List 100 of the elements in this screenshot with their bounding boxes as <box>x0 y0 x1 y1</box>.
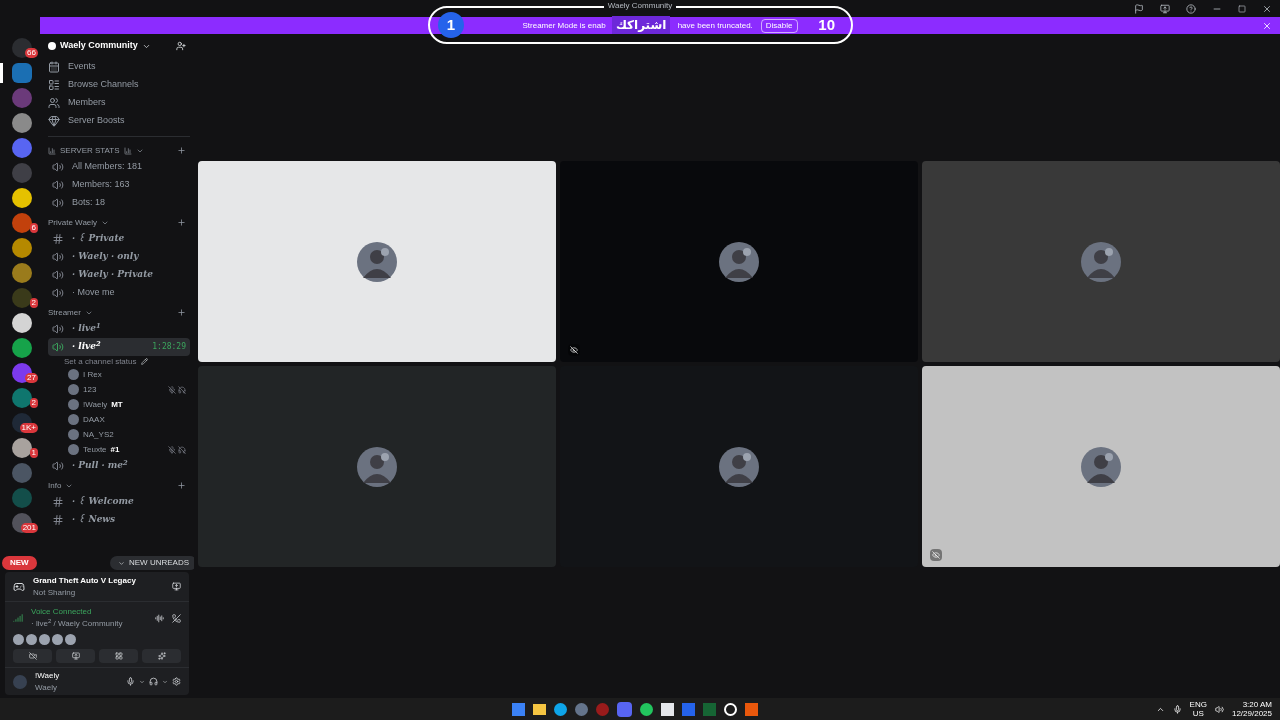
avatar <box>68 414 79 425</box>
channel-item[interactable]: All Members: 181 <box>48 158 147 176</box>
video-tile[interactable] <box>922 366 1280 567</box>
server-icon <box>48 42 56 50</box>
share-screen-icon[interactable] <box>172 582 181 591</box>
nav-item[interactable]: Events <box>48 58 96 76</box>
chart-icon <box>123 146 132 155</box>
avatar <box>68 444 79 455</box>
channel-item[interactable]: · Pull · me$^{2}$ <box>48 457 132 475</box>
avatar <box>68 384 79 395</box>
user-tag: #1 <box>110 443 120 456</box>
settings-icon[interactable] <box>172 677 181 686</box>
category-name[interactable]: SERVER STATS <box>60 144 120 157</box>
video-tile[interactable] <box>922 161 1280 362</box>
channel-item[interactable]: · Waely · only <box>48 248 143 266</box>
server-item[interactable]: 27 <box>0 363 40 383</box>
browser-icon[interactable] <box>640 702 653 716</box>
channel-status[interactable]: Set a channel status <box>64 355 137 368</box>
video-tile[interactable] <box>560 161 918 362</box>
video-tile[interactable] <box>198 366 556 567</box>
muted-mic-icon <box>168 385 176 394</box>
nav-item[interactable]: Server Boosts <box>48 112 125 130</box>
server-item[interactable]: 201 <box>0 513 40 533</box>
maximize-icon[interactable] <box>1238 4 1246 13</box>
screen-share-button[interactable] <box>56 649 95 663</box>
app-icon[interactable] <box>724 702 737 716</box>
voice-user[interactable]: 123 <box>83 383 97 396</box>
call-timer: 1:28:29 <box>152 341 186 353</box>
voice-user[interactable]: !Waely <box>83 398 108 411</box>
speaker-icon <box>52 197 64 209</box>
invite-icon[interactable] <box>176 41 186 51</box>
activities-button[interactable] <box>99 649 138 663</box>
store-icon[interactable] <box>661 702 674 716</box>
voice-user[interactable]: NA_YS2 <box>83 428 114 441</box>
unread-badge: 66 <box>25 48 38 58</box>
channel-item[interactable]: · ꒰ News <box>48 511 120 529</box>
add-channel-icon[interactable] <box>177 308 186 317</box>
chat-app-icon[interactable] <box>617 701 632 717</box>
server-item[interactable]: 1K+ <box>0 413 40 433</box>
close-icon[interactable] <box>1262 3 1272 14</box>
mail-icon[interactable] <box>682 702 695 716</box>
category-name[interactable]: Info <box>48 479 62 492</box>
soundboard-button[interactable] <box>142 649 181 663</box>
add-channel-icon[interactable] <box>177 481 186 490</box>
microphone-icon[interactable] <box>1172 704 1182 714</box>
list-icon <box>48 79 60 91</box>
clock-time[interactable]: 3:20 AM <box>1242 700 1272 709</box>
add-channel-icon[interactable] <box>177 218 186 227</box>
banner-text: have been truncated. <box>677 19 753 32</box>
speaker-icon <box>52 161 64 173</box>
nav-item[interactable]: Browse Channels <box>48 76 139 94</box>
region[interactable]: US <box>1192 709 1204 718</box>
server-item[interactable]: 2 <box>0 288 40 308</box>
server-item[interactable]: 2 <box>0 388 40 408</box>
voice-channel[interactable]: · live$^{2}$ / Waely Community <box>31 618 123 630</box>
server-item[interactable]: 1 <box>0 438 40 458</box>
chevron-icon[interactable] <box>162 678 168 685</box>
grid-icon <box>114 652 123 660</box>
channel-item[interactable]: · Waely · Private <box>48 266 158 284</box>
avatar <box>68 429 79 440</box>
start-icon[interactable] <box>512 702 525 716</box>
category-name[interactable]: Private Waely <box>48 216 98 229</box>
volume-icon[interactable] <box>1214 704 1224 714</box>
video-tile[interactable] <box>198 161 556 362</box>
language[interactable]: ENG <box>1189 700 1207 709</box>
channel-item[interactable]: · Move me <box>48 284 119 302</box>
close-icon[interactable] <box>1262 20 1272 31</box>
sharing-status: Not Sharing <box>33 586 77 599</box>
add-channel-icon[interactable] <box>177 146 186 155</box>
folder-icon[interactable] <box>533 703 546 715</box>
participant-avatar <box>65 634 76 645</box>
channel-item[interactable]: · ꒰ Welcome <box>48 493 138 511</box>
screen-icon[interactable] <box>1160 3 1170 14</box>
flag-icon[interactable] <box>1134 3 1144 14</box>
channel-item[interactable]: Members: 163 <box>48 176 134 194</box>
voice-user[interactable]: I Rex <box>83 368 102 381</box>
channel-item[interactable]: · ꒰ Private <box>48 230 129 248</box>
headphones-icon[interactable] <box>149 677 158 686</box>
help-icon[interactable] <box>1186 3 1196 14</box>
channel-item[interactable]: · live$^{1}$ <box>48 320 105 338</box>
browser-icon[interactable] <box>554 702 567 716</box>
channel-item[interactable]: · live$^{2}$ 1:28:29 <box>48 338 190 356</box>
disable-button[interactable]: Disable <box>760 18 798 33</box>
server-name[interactable]: Waely Community <box>60 39 138 53</box>
server-item[interactable]: 66 <box>0 38 40 58</box>
new-unreads-pill[interactable]: NEW UNREADS <box>110 556 194 570</box>
category-name[interactable]: Streamer <box>48 306 81 319</box>
members-icon <box>48 97 60 109</box>
nav-item[interactable]: Members <box>48 94 106 112</box>
server-item[interactable]: 6 <box>0 213 40 233</box>
voice-user[interactable]: Teuxte <box>83 443 107 456</box>
pencil-icon[interactable] <box>140 358 148 365</box>
disconnect-icon[interactable] <box>172 613 181 623</box>
camera-button[interactable] <box>13 649 52 663</box>
clock-date[interactable]: 12/29/2025 <box>1231 709 1272 718</box>
audio-icon[interactable] <box>155 613 164 623</box>
chevron-icon[interactable] <box>139 678 145 685</box>
microphone-icon[interactable] <box>126 677 135 686</box>
channel-item[interactable]: Bots: 18 <box>48 194 110 212</box>
voice-user[interactable]: DAAX <box>83 413 105 426</box>
